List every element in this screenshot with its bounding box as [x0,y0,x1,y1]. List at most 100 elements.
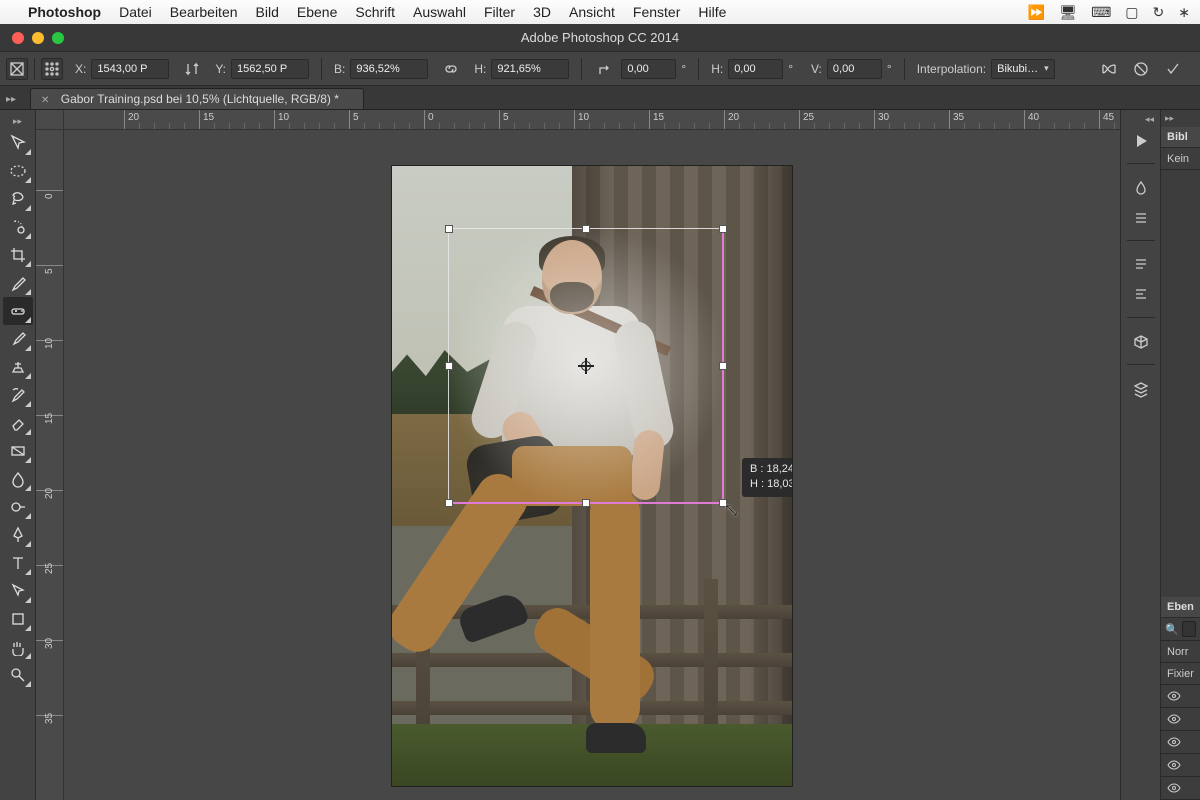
transform-tool-icon[interactable] [6,58,28,80]
collapsed-panel-strip: ◂◂ [1120,110,1160,800]
search-icon: 🔍 [1165,623,1179,636]
history-brush-tool[interactable] [3,381,33,409]
document-artboard[interactable]: ⤡ B : 18,24 cm H : 18,03 cm [392,166,792,786]
lock-row[interactable]: Fixier [1161,663,1200,685]
height-field[interactable]: 921,65% [491,59,569,79]
display-icon[interactable]: 🖥 [1059,4,1077,21]
fast-forward-icon[interactable]: ⏩ [1028,4,1045,21]
width-label: B: [334,62,345,76]
menu-ansicht[interactable]: Ansicht [569,4,615,20]
healing-brush-tool[interactable] [3,297,33,325]
right-panel-collapse-icon[interactable]: ▸▸ [1161,110,1200,127]
width-field[interactable]: 936,52% [350,59,428,79]
eyedropper-tool[interactable] [3,269,33,297]
cancel-transform-icon[interactable] [1130,58,1152,80]
link-aspect-icon[interactable] [440,58,462,80]
quick-select-tool[interactable] [3,213,33,241]
zoom-tool[interactable] [3,661,33,689]
shape-tool[interactable] [3,605,33,633]
libraries-panel-tab[interactable]: Bibl [1161,127,1200,148]
3d-panel-icon[interactable] [1126,328,1156,356]
interpolation-dropdown[interactable]: Bikubi… [991,59,1055,79]
rotate-field[interactable]: 0,00 [621,59,676,79]
clone-stamp-tool[interactable] [3,353,33,381]
menu-bild[interactable]: Bild [256,4,279,20]
layer-row-5[interactable] [1161,777,1200,800]
skew-h-field[interactable]: 0,00 [728,59,783,79]
reference-point-icon[interactable] [41,58,63,80]
x-field[interactable]: 1543,00 P [91,59,169,79]
menu-schrift[interactable]: Schrift [355,4,395,20]
degree-label-1: ° [681,62,686,76]
menu-datei[interactable]: Datei [119,4,152,20]
layers-panel-tab[interactable]: Eben [1161,597,1200,618]
visibility-icon[interactable] [1167,735,1181,749]
hand-tool[interactable] [3,633,33,661]
path-select-tool[interactable] [3,577,33,605]
marquee-tool[interactable] [3,157,33,185]
document-tab-bar: ▸▸ Gabor Training.psd bei 10,5% (Lichtqu… [0,86,1200,110]
brush-tool[interactable] [3,325,33,353]
menu-hilfe[interactable]: Hilfe [698,4,726,20]
app-menu[interactable]: Photoshop [28,4,101,20]
photo-content [392,166,792,786]
blend-mode-dropdown[interactable]: Norr [1161,641,1200,663]
visibility-icon[interactable] [1167,712,1181,726]
timemachine-icon[interactable]: ↻ [1153,4,1165,21]
visibility-icon[interactable] [1167,781,1181,795]
tool-panel: ▸▸ [0,110,36,800]
commit-transform-icon[interactable] [1162,58,1184,80]
layer-row-4[interactable] [1161,754,1200,777]
layers-panel-icon[interactable] [1126,375,1156,403]
rotate-icon [594,58,616,80]
skew-v-field[interactable]: 0,00 [827,59,882,79]
swap-xy-icon[interactable] [181,58,203,80]
libraries-none-row[interactable]: Kein [1161,148,1200,170]
ruler-horizontal[interactable]: 2015105051015202530354045 [64,110,1120,130]
canvas-area[interactable]: 2015105051015202530354045 05101520253035 [36,110,1120,800]
menu-bearbeiten[interactable]: Bearbeiten [170,4,238,20]
pen-tool[interactable] [3,521,33,549]
visibility-icon[interactable] [1167,758,1181,772]
paragraph-panel-icon[interactable] [1126,251,1156,279]
blur-tool[interactable] [3,465,33,493]
menu-fenster[interactable]: Fenster [633,4,680,20]
layer-row-1[interactable] [1161,685,1200,708]
ruler-vertical[interactable]: 05101520253035 [36,130,64,800]
layers-filter-row[interactable]: 🔍 [1161,618,1200,641]
transform-measurement-tooltip: B : 18,24 cm H : 18,03 cm [742,458,792,497]
ruler-origin[interactable] [36,110,64,130]
layer-row-2[interactable] [1161,708,1200,731]
dodge-tool[interactable] [3,493,33,521]
menu-auswahl[interactable]: Auswahl [413,4,466,20]
menu-3d[interactable]: 3D [533,4,551,20]
warp-mode-icon[interactable] [1098,58,1120,80]
tab-bar-expander-icon[interactable]: ▸▸ [6,94,16,105]
keyboard-icon[interactable]: ⌨ [1091,4,1111,21]
tool-panel-expander-icon[interactable]: ▸▸ [13,114,22,129]
type-tool[interactable] [3,549,33,577]
airplay-icon[interactable]: ▢ [1125,4,1138,21]
eraser-tool[interactable] [3,409,33,437]
visibility-icon[interactable] [1167,689,1181,703]
character-panel-icon[interactable] [1126,281,1156,309]
move-tool[interactable] [3,129,33,157]
y-field[interactable]: 1562,50 P [231,59,309,79]
bluetooth-icon[interactable]: ∗ [1178,4,1190,21]
gradient-tool[interactable] [3,437,33,465]
menu-ebene[interactable]: Ebene [297,4,337,20]
document-tab-title: Gabor Training.psd bei 10,5% (Lichtquell… [61,92,339,106]
crop-tool[interactable] [3,241,33,269]
layers-filter-input[interactable] [1182,621,1196,637]
window-title-bar: Adobe Photoshop CC 2014 [0,24,1200,52]
panel-strip-collapse-icon[interactable]: ◂◂ [1145,114,1160,125]
play-action-icon[interactable] [1126,127,1156,155]
right-panel-cropped: ▸▸ Bibl Kein Eben 🔍 Norr Fixier [1160,110,1200,800]
brush-panel-icon[interactable] [1126,174,1156,202]
document-tab[interactable]: Gabor Training.psd bei 10,5% (Lichtquell… [30,88,364,109]
layer-row-3[interactable] [1161,731,1200,754]
menu-filter[interactable]: Filter [484,4,515,20]
lasso-tool[interactable] [3,185,33,213]
brush-presets-panel-icon[interactable] [1126,204,1156,232]
skew-v-label: V: [811,62,822,76]
